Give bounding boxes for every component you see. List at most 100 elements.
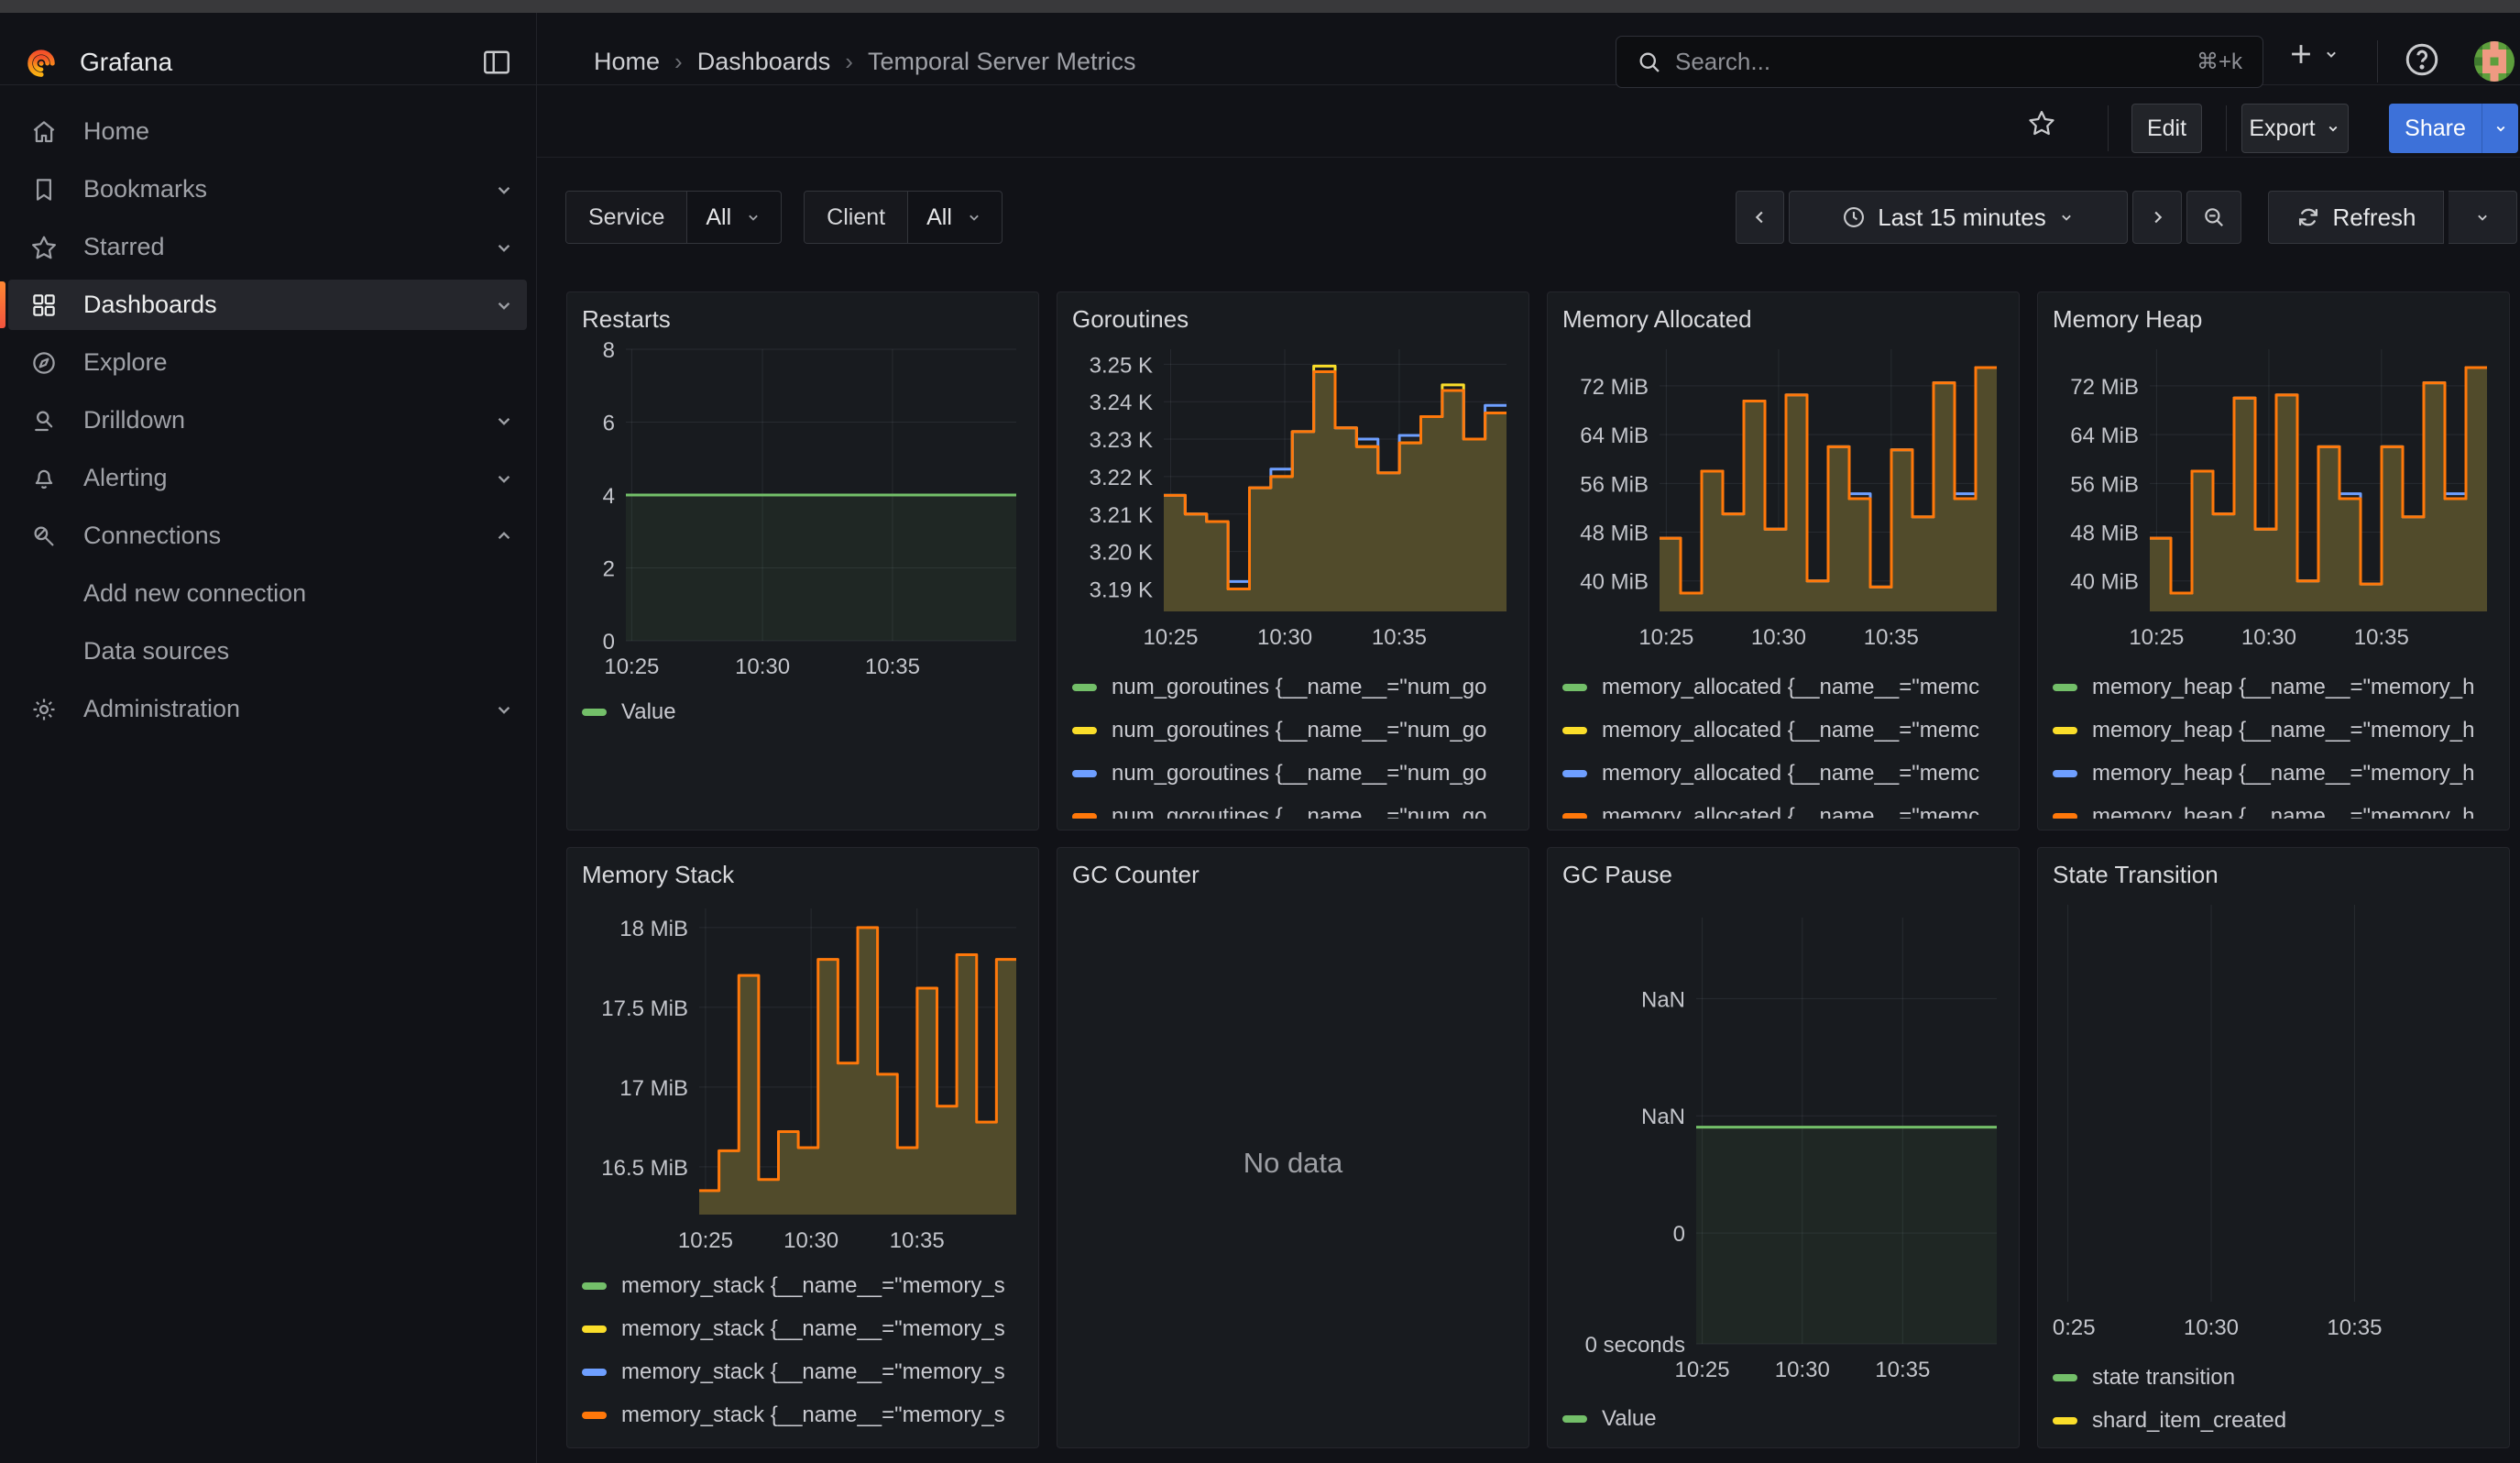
legend-item[interactable]: memory_heap {__name__="memory_h [2053, 709, 2494, 752]
sidebar-item-add-new-connection[interactable]: Add new connection [0, 565, 536, 622]
client-filter-selected: All [926, 204, 952, 231]
chart-gc-pause[interactable]: NaNNaN00 seconds10:2510:3010:35 [1562, 890, 2004, 1390]
svg-text:72 MiB: 72 MiB [1580, 375, 1649, 400]
legend-item[interactable]: memory_heap {__name__="memory_h [2053, 795, 2494, 819]
service-filter-value[interactable]: All [686, 192, 781, 243]
panel-title[interactable]: Memory Stack [582, 859, 1024, 890]
legend-item[interactable]: memory_allocated {__name__="memc [1562, 752, 2004, 795]
svg-text:10:25: 10:25 [1143, 625, 1198, 650]
legend-item[interactable]: memory_stack {__name__="memory_s [582, 1307, 1024, 1350]
legend-item[interactable]: num_goroutines {__name__="num_go [1072, 795, 1514, 819]
panel-title[interactable]: Memory Heap [2053, 303, 2494, 335]
svg-text:10:25: 10:25 [604, 654, 659, 679]
svg-text:17 MiB: 17 MiB [619, 1076, 688, 1101]
chart-memory-heap[interactable]: 40 MiB48 MiB56 MiB64 MiB72 MiB10:2510:30… [2053, 335, 2494, 658]
sidebar-item-drilldown[interactable]: Drilldown [0, 391, 536, 449]
legend-label: num_goroutines {__name__="num_go [1112, 804, 1487, 820]
legend-item[interactable]: memory_allocated {__name__="memc [1562, 709, 2004, 752]
legend-item[interactable]: memory_stack {__name__="memory_s [582, 1393, 1024, 1436]
svg-text:NaN: NaN [1641, 1105, 1685, 1129]
edit-button-label: Edit [2147, 116, 2186, 142]
favorite-star-icon[interactable] [2028, 109, 2055, 137]
breadcrumb-dashboards[interactable]: Dashboards [697, 48, 831, 76]
legend-item[interactable]: memory_heap {__name__="memory_h [2053, 666, 2494, 709]
panel-title[interactable]: GC Counter [1072, 859, 1514, 890]
client-filter-value[interactable]: All [907, 192, 1002, 243]
help-button[interactable] [2403, 40, 2445, 82]
legend-label: memory_allocated {__name__="memc [1602, 675, 1979, 700]
panel-title[interactable]: Goroutines [1072, 303, 1514, 335]
sidebar-item-home[interactable]: Home [0, 103, 536, 160]
legend-swatch [582, 1282, 607, 1290]
legend-swatch [2053, 684, 2077, 691]
panel-title[interactable]: Restarts [582, 303, 1024, 335]
chart-restarts[interactable]: 0246810:2510:3010:35 [582, 335, 1024, 683]
legend-item[interactable]: state transition [2053, 1356, 2494, 1399]
sidebar-item-data-sources[interactable]: Data sources [0, 622, 536, 680]
legend-item[interactable]: num_goroutines {__name__="num_go [1072, 666, 1514, 709]
panel-title[interactable]: State Transition [2053, 859, 2494, 890]
refresh-button[interactable]: Refresh [2268, 191, 2444, 244]
share-menu-button[interactable] [2482, 104, 2518, 153]
breadcrumb-separator: › [845, 48, 853, 76]
time-shift-back-button[interactable] [1736, 191, 1784, 244]
new-button[interactable] [2285, 38, 2340, 70]
search-input[interactable]: Search... ⌘+k [1616, 36, 2263, 88]
time-shift-forward-button[interactable] [2132, 191, 2182, 244]
chart-goroutines[interactable]: 3.19 K3.20 K3.21 K3.22 K3.23 K3.24 K3.25… [1072, 335, 1514, 658]
legend-swatch [1562, 770, 1587, 777]
legend-swatch [1562, 1415, 1587, 1423]
edit-button[interactable]: Edit [2131, 104, 2202, 153]
sidebar-item-starred[interactable]: Starred [0, 218, 536, 276]
legend-item[interactable]: Value [582, 690, 1024, 733]
grafana-logo[interactable] [23, 44, 60, 81]
legend-item[interactable]: Value [1562, 1397, 2004, 1436]
service-filter[interactable]: Service All [565, 191, 782, 244]
legend-item[interactable]: memory_allocated {__name__="memc [1562, 795, 2004, 819]
legend-item[interactable]: shard_item_created [2053, 1399, 2494, 1436]
chevron-down-icon [492, 698, 516, 721]
panel-memory-allocated: Memory Allocated 40 MiB48 MiB56 MiB64 Mi… [1547, 292, 2020, 830]
chevron-down-icon [2473, 208, 2492, 226]
no-data-text: No data [1072, 890, 1514, 1436]
chart-memory-stack[interactable]: 16.5 MiB17 MiB17.5 MiB18 MiB10:2510:3010… [582, 890, 1024, 1257]
sidebar-item-connections[interactable]: Connections [0, 507, 536, 565]
svg-text:10:25: 10:25 [678, 1228, 733, 1253]
user-avatar[interactable] [2474, 41, 2515, 82]
share-button[interactable]: Share [2389, 104, 2482, 153]
brand-title: Grafana [80, 48, 172, 77]
toolbar-divider [2226, 105, 2227, 151]
breadcrumb-home[interactable]: Home [594, 48, 660, 76]
chevron-down-icon [492, 409, 516, 433]
zoom-out-button[interactable] [2186, 191, 2241, 244]
time-range-picker[interactable]: Last 15 minutes [1789, 191, 2128, 244]
legend-swatch [582, 1369, 607, 1376]
legend-swatch [1562, 813, 1587, 820]
svg-text:0: 0 [603, 630, 615, 654]
legend-item[interactable]: num_goroutines {__name__="num_go [1072, 752, 1514, 795]
sidebar-item-dashboards[interactable]: Dashboards [0, 276, 536, 334]
refresh-interval-button[interactable] [2449, 191, 2517, 244]
sidebar-item-alerting[interactable]: Alerting [0, 449, 536, 507]
svg-text:10:35: 10:35 [1372, 625, 1427, 650]
chart-state-transition[interactable]: 10:2510:3010:35 [2053, 890, 2494, 1348]
legend-item[interactable]: memory_allocated {__name__="memc [1562, 666, 2004, 709]
chart-memory-allocated[interactable]: 40 MiB48 MiB56 MiB64 MiB72 MiB10:2510:30… [1562, 335, 2004, 658]
legend-item[interactable]: memory_stack {__name__="memory_s [582, 1350, 1024, 1393]
sidebar-collapse-icon[interactable] [480, 46, 513, 79]
sidebar-item-explore[interactable]: Explore [0, 334, 536, 391]
legend-item[interactable]: num_goroutines {__name__="num_go [1072, 709, 1514, 752]
legend-item[interactable]: memory_stack {__name__="memory_s [582, 1264, 1024, 1307]
svg-text:10:30: 10:30 [783, 1228, 838, 1253]
client-filter[interactable]: Client All [804, 191, 1003, 244]
export-button[interactable]: Export [2241, 104, 2349, 153]
sidebar-item-administration[interactable]: Administration [0, 680, 536, 738]
panel-title[interactable]: GC Pause [1562, 859, 2004, 890]
sidebar-nav: Home Bookmarks Starred [0, 85, 536, 1463]
panel-title[interactable]: Memory Allocated [1562, 303, 2004, 335]
legend-item[interactable]: memory_heap {__name__="memory_h [2053, 752, 2494, 795]
svg-text:3.22 K: 3.22 K [1090, 466, 1153, 490]
sidebar-item-bookmarks[interactable]: Bookmarks [0, 160, 536, 218]
legend-swatch [2053, 1374, 2077, 1381]
export-button-label: Export [2249, 116, 2315, 142]
